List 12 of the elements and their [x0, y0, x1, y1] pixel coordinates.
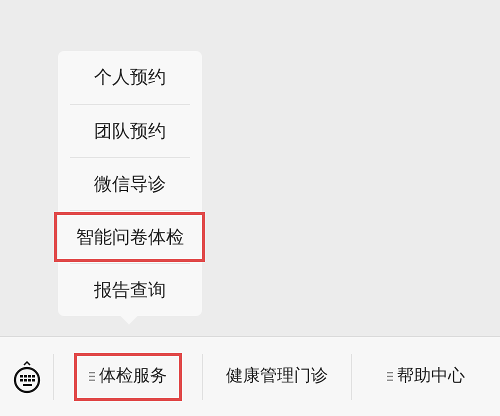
menu-tab[interactable]: 帮助中心: [375, 352, 477, 400]
menu-tab[interactable]: 体检服务: [74, 352, 182, 400]
submenu-item[interactable]: 报告查询: [94, 276, 166, 304]
submenu-item[interactable]: 智能问卷体检: [76, 224, 184, 250]
menu-tab-label: 帮助中心: [397, 364, 465, 388]
keyboard-icon[interactable]: [12, 360, 40, 394]
menu-tab[interactable]: 健康管理门诊: [214, 352, 340, 400]
menu-tab-label: 健康管理门诊: [226, 364, 328, 388]
submenu-item[interactable]: 个人预约: [94, 64, 166, 91]
submenu-item[interactable]: 团队预约: [94, 118, 166, 144]
menu-tab-label: 体检服务: [99, 364, 167, 388]
submenu-item[interactable]: 微信导诊: [94, 170, 166, 198]
